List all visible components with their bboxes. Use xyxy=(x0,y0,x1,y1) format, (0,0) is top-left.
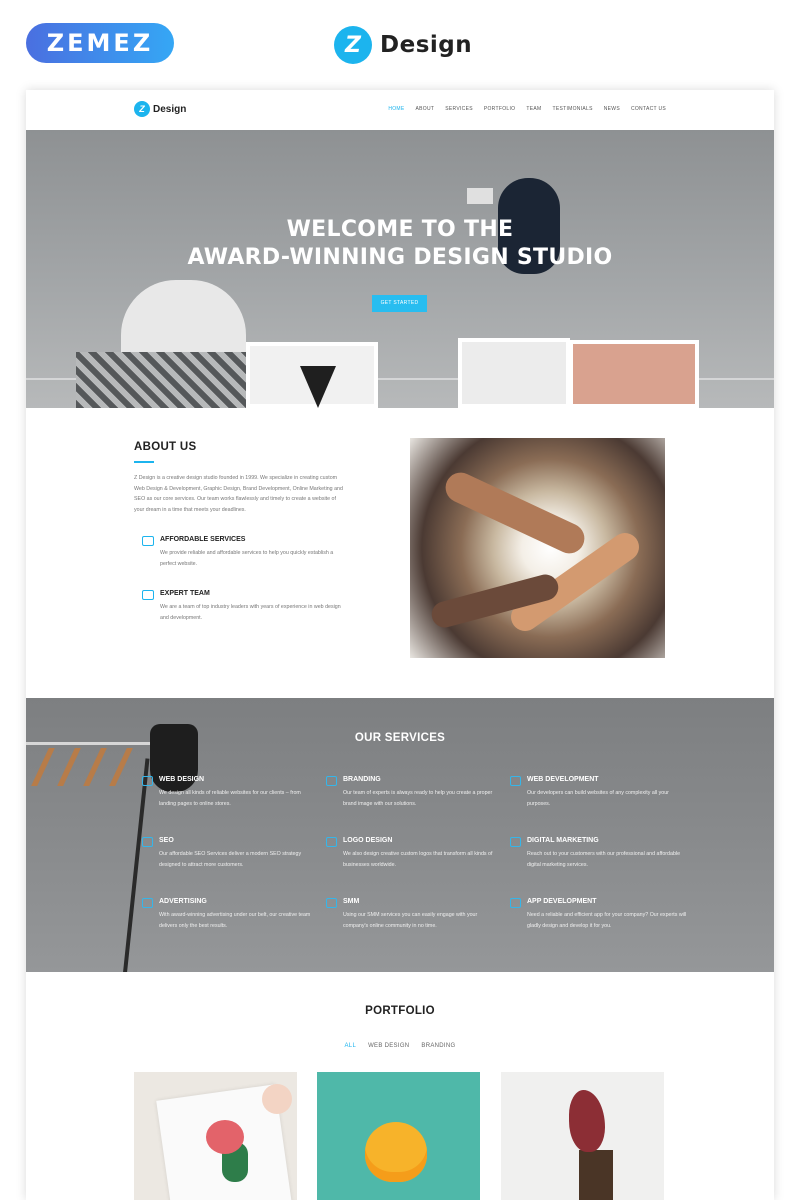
service-text: We design all kinds of reliable websites… xyxy=(159,790,301,807)
portfolio-title: PORTFOLIO xyxy=(365,1005,435,1017)
menu-item-portfolio[interactable]: PORTFOLIO xyxy=(484,106,516,112)
menu-item-home[interactable]: HOME xyxy=(388,106,404,112)
service-title: ADVERTISING xyxy=(159,898,207,905)
logo-design-icon xyxy=(326,837,337,847)
affordable-icon xyxy=(142,536,154,546)
menu-item-news[interactable]: NEWS xyxy=(604,106,620,112)
service-text: We also design creative custom logos tha… xyxy=(343,851,493,868)
about-title-underline xyxy=(134,461,154,463)
seo-icon xyxy=(142,837,153,847)
services-section: OUR SERVICES WEB DESIGN We design all ki… xyxy=(26,698,774,972)
bird-sculpture-image xyxy=(569,1090,605,1152)
menu-item-team[interactable]: TEAM xyxy=(526,106,541,112)
hero-picture-frame xyxy=(246,342,378,408)
site-logo-icon: Z xyxy=(134,101,150,117)
portfolio-item-bird[interactable] xyxy=(501,1072,664,1200)
about-title: ABOUT US xyxy=(134,441,197,453)
get-started-button[interactable]: GET STARTED xyxy=(372,295,427,312)
flower-image xyxy=(206,1120,244,1154)
sculpture-base-image xyxy=(579,1150,613,1200)
hero-light-switch xyxy=(467,188,493,204)
hero-blanket-image xyxy=(76,352,246,408)
cup-image xyxy=(262,1084,292,1114)
service-text: Reach out to your customers with our pro… xyxy=(527,851,681,868)
site-navbar: Z Design HOME ABOUT SERVICES PORTFOLIO T… xyxy=(26,90,774,130)
service-title: LOGO DESIGN xyxy=(343,837,393,844)
template-preview: Z Design HOME ABOUT SERVICES PORTFOLIO T… xyxy=(26,90,774,1200)
advertising-icon xyxy=(142,898,153,908)
service-title: SEO xyxy=(159,837,174,844)
portfolio-item-sketch[interactable] xyxy=(134,1072,297,1200)
service-text: Using our SMM services you can easily en… xyxy=(343,912,478,929)
menu-item-contact[interactable]: CONTACT US xyxy=(631,106,666,112)
hero-section: WELCOME TO THE AWARD-WINNING DESIGN STUD… xyxy=(26,130,774,408)
service-text: Our developers can build websites of any… xyxy=(527,790,669,807)
service-title: WEB DESIGN xyxy=(159,776,205,783)
lamp-pole-image xyxy=(122,758,150,972)
team-photo-arm xyxy=(440,467,590,559)
feature-text: We are a team of top industry leaders wi… xyxy=(160,604,341,621)
menu-item-testimonials[interactable]: TESTIMONIALS xyxy=(552,106,592,112)
main-menu: HOME ABOUT SERVICES PORTFOLIO TEAM TESTI… xyxy=(388,106,666,112)
feature-text: We provide reliable and affordable servi… xyxy=(160,550,334,567)
services-title: OUR SERVICES xyxy=(354,732,446,744)
feature-title: EXPERT TEAM xyxy=(160,590,210,597)
lemon-image xyxy=(365,1122,427,1182)
design-brand-logo: Z Design xyxy=(334,25,472,65)
service-title: DIGITAL MARKETING xyxy=(527,837,599,844)
about-description: Z Design is a creative design studio fou… xyxy=(134,475,343,513)
app-development-icon xyxy=(510,898,521,908)
hero-map-frame xyxy=(569,340,699,408)
team-icon xyxy=(142,590,154,600)
portfolio-item-lemon[interactable] xyxy=(317,1072,480,1200)
hero-title-line2: AWARD-WINNING DESIGN STUDIO xyxy=(187,245,613,270)
digital-marketing-icon xyxy=(510,837,521,847)
showcase-header: ZEMEZ Z Design xyxy=(0,0,800,90)
branding-icon xyxy=(326,776,337,786)
site-logo-text: Design xyxy=(153,103,187,115)
service-text: Our affordable SEO Services deliver a mo… xyxy=(159,851,302,868)
menu-item-services[interactable]: SERVICES xyxy=(445,106,473,112)
team-photo xyxy=(410,438,665,658)
portfolio-filters: ALL WEB DESIGN BRANDING xyxy=(26,1043,774,1049)
filter-web-design[interactable]: WEB DESIGN xyxy=(368,1043,409,1049)
service-title: SMM xyxy=(343,898,360,905)
feature-title: AFFORDABLE SERVICES xyxy=(160,536,246,543)
menu-item-about[interactable]: ABOUT xyxy=(416,106,435,112)
service-text: Our team of experts is always ready to h… xyxy=(343,790,493,807)
hero-picture-frame xyxy=(458,338,570,408)
smm-icon xyxy=(326,898,337,908)
zemez-logo[interactable]: ZEMEZ xyxy=(26,23,174,63)
brand-z-icon: Z xyxy=(334,26,372,64)
web-design-icon xyxy=(142,776,153,786)
service-text: With award-winning advertising under our… xyxy=(159,912,311,929)
web-development-icon xyxy=(510,776,521,786)
service-text: Need a reliable and efficient app for yo… xyxy=(527,912,687,929)
service-title: APP DEVELOPMENT xyxy=(527,898,597,905)
filter-branding[interactable]: BRANDING xyxy=(421,1043,455,1049)
filter-all[interactable]: ALL xyxy=(345,1043,357,1049)
service-title: BRANDING xyxy=(343,776,381,783)
hero-title-line1: WELCOME TO THE xyxy=(286,217,514,242)
site-logo[interactable]: Z Design xyxy=(134,101,186,117)
service-title: WEB DEVELOPMENT xyxy=(527,776,599,783)
about-section: ABOUT US Z Design is a creative design s… xyxy=(26,408,774,698)
portfolio-section: PORTFOLIO ALL WEB DESIGN BRANDING xyxy=(26,972,774,1200)
brand-name: Design xyxy=(380,32,473,58)
